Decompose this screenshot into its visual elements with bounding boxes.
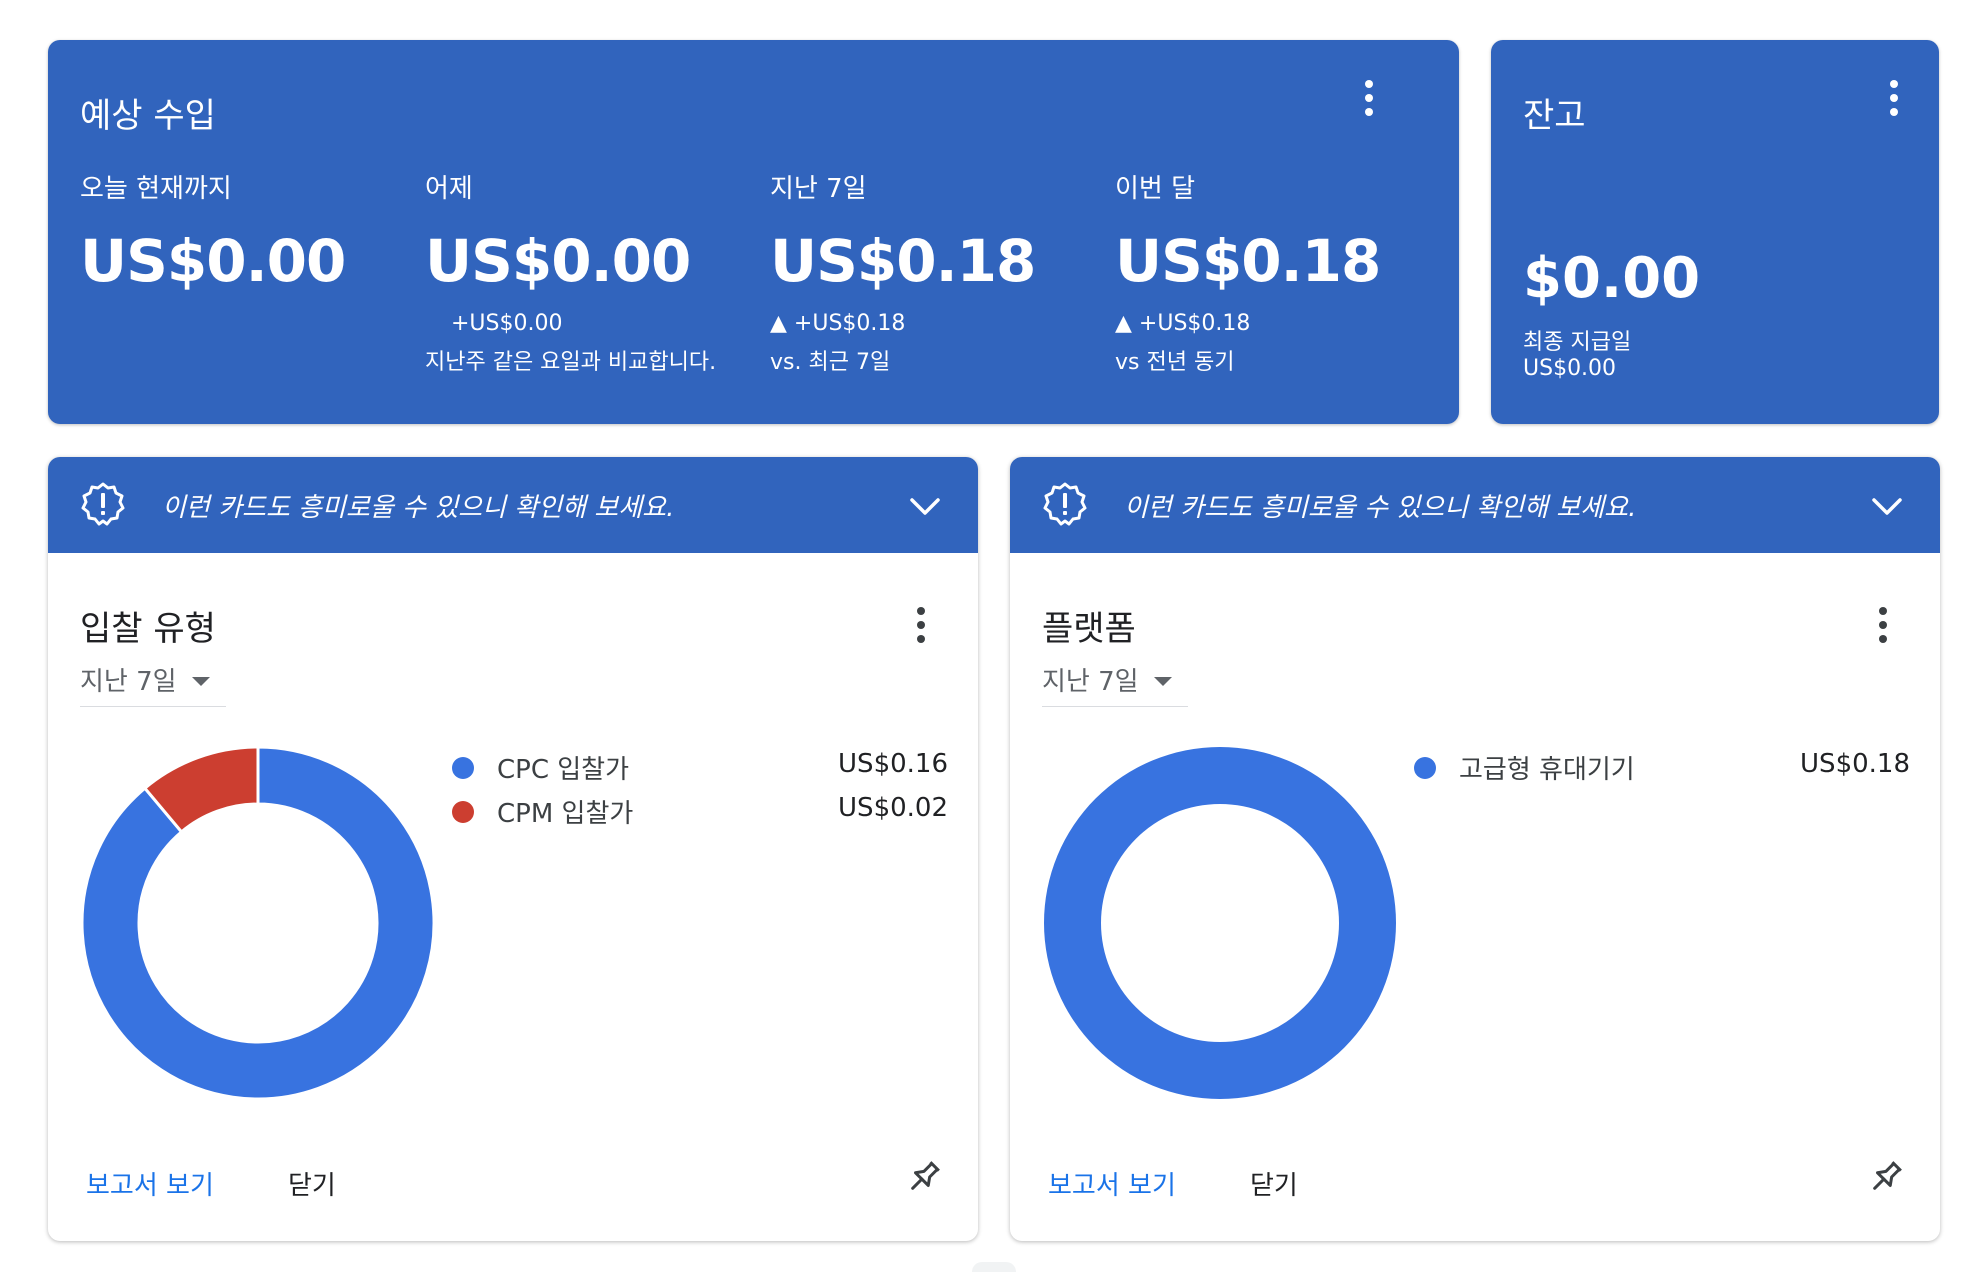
chevron-down-icon[interactable] — [1870, 489, 1904, 523]
period-label: 지난 7일 — [80, 667, 177, 697]
legend-item: CPM 입찰가 US$0.02 — [452, 791, 948, 835]
legend-label: 고급형 휴대기기 — [1459, 755, 1635, 785]
legend-label: CPC 입찰가 — [497, 755, 630, 785]
badge-alert-icon — [1043, 482, 1087, 526]
view-report-button[interactable]: 보고서 보기 — [86, 1165, 214, 1202]
banner-text: 이런 카드도 흥미로울 수 있으니 확인해 보세요. — [162, 493, 675, 523]
suggestion-banner[interactable]: 이런 카드도 흥미로울 수 있으니 확인해 보세요. — [1010, 457, 1940, 553]
legend-value: US$0.18 — [1800, 749, 1910, 779]
view-report-button[interactable]: 보고서 보기 — [1048, 1165, 1176, 1202]
chart-legend: CPC 입찰가 US$0.16 CPM 입찰가 US$0.02 — [452, 747, 948, 835]
last-payment-label: 최종 지급일 — [1523, 330, 1632, 355]
close-button[interactable]: 닫기 — [1250, 1165, 1298, 1202]
platform-card: 이런 카드도 흥미로울 수 있으니 확인해 보세요. 플랫폼 지난 7일 고급형… — [1010, 457, 1940, 1241]
more-vert-icon[interactable] — [1868, 605, 1898, 645]
pin-icon[interactable] — [904, 1157, 944, 1197]
metric-value: US$0.18 — [770, 227, 1036, 295]
metric-label: 이번 달 — [1115, 174, 1196, 204]
bid-type-donut-chart — [80, 745, 436, 1101]
period-dropdown[interactable]: 지난 7일 — [80, 661, 226, 707]
series-color-icon — [1414, 757, 1436, 779]
more-vert-icon[interactable] — [906, 605, 936, 645]
metric-today: 오늘 현재까지 US$0.00 — [80, 168, 346, 295]
metric-label: 오늘 현재까지 — [80, 174, 232, 204]
metric-value: US$0.18 — [1115, 227, 1381, 295]
metric-last-7-days: 지난 7일 US$0.18 ▲ +US$0.18 vs. 최근 7일 — [770, 168, 1036, 376]
card-title: 플랫폼 — [1042, 609, 1136, 649]
estimated-earnings-card: 예상 수입 오늘 현재까지 US$0.00 어제 US$0.00 +US$0.0… — [48, 40, 1459, 424]
metric-change: ▲ +US$0.18 — [770, 311, 906, 336]
badge-alert-icon — [81, 482, 125, 526]
metric-label: 어제 — [425, 174, 473, 204]
metric-change: +US$0.00 — [451, 311, 563, 336]
donut-slice — [1044, 747, 1396, 1099]
suggestion-banner[interactable]: 이런 카드도 흥미로울 수 있으니 확인해 보세요. — [48, 457, 978, 553]
legend-item: CPC 입찰가 US$0.16 — [452, 747, 948, 791]
period-dropdown[interactable]: 지난 7일 — [1042, 661, 1188, 707]
platform-donut-chart — [1044, 747, 1396, 1099]
metric-value: US$0.00 — [425, 227, 691, 295]
metric-yesterday: 어제 US$0.00 +US$0.00 지난주 같은 요일과 비교합니다. — [425, 168, 716, 376]
dropdown-arrow-icon — [192, 677, 210, 686]
balance-title: 잔고 — [1523, 96, 1586, 136]
more-vert-icon[interactable] — [1879, 78, 1909, 118]
series-color-icon — [452, 757, 474, 779]
earnings-title: 예상 수입 — [80, 96, 216, 136]
metric-value: US$0.00 — [80, 227, 346, 295]
balance-card: 잔고 $0.00 최종 지급일 US$0.00 — [1491, 40, 1939, 424]
balance-value: $0.00 — [1523, 246, 1701, 311]
series-color-icon — [452, 801, 474, 823]
legend-value: US$0.02 — [838, 793, 948, 823]
metric-compare-note: vs. 최근 7일 — [770, 350, 891, 375]
close-button[interactable]: 닫기 — [288, 1165, 336, 1202]
metric-this-month: 이번 달 US$0.18 ▲ +US$0.18 vs 전년 동기 — [1115, 168, 1381, 376]
legend-label: CPM 입찰가 — [497, 799, 634, 829]
banner-text: 이런 카드도 흥미로울 수 있으니 확인해 보세요. — [1124, 493, 1637, 523]
scroll-indicator — [972, 1262, 1016, 1272]
more-vert-icon[interactable] — [1354, 78, 1384, 118]
metric-change: ▲ +US$0.18 — [1115, 311, 1251, 336]
chart-legend: 고급형 휴대기기 US$0.18 — [1414, 747, 1910, 791]
bid-type-card: 이런 카드도 흥미로울 수 있으니 확인해 보세요. 입찰 유형 지난 7일 C… — [48, 457, 978, 1241]
metric-compare-note: vs 전년 동기 — [1115, 350, 1235, 375]
card-title: 입찰 유형 — [80, 609, 216, 649]
last-payment-value: US$0.00 — [1523, 356, 1617, 381]
metric-compare-note: 지난주 같은 요일과 비교합니다. — [425, 350, 717, 375]
legend-value: US$0.16 — [838, 749, 948, 779]
metric-label: 지난 7일 — [770, 174, 867, 204]
period-label: 지난 7일 — [1042, 667, 1139, 697]
pin-icon[interactable] — [1866, 1157, 1906, 1197]
chevron-down-icon[interactable] — [908, 489, 942, 523]
dropdown-arrow-icon — [1154, 677, 1172, 686]
legend-item: 고급형 휴대기기 US$0.18 — [1414, 747, 1910, 791]
